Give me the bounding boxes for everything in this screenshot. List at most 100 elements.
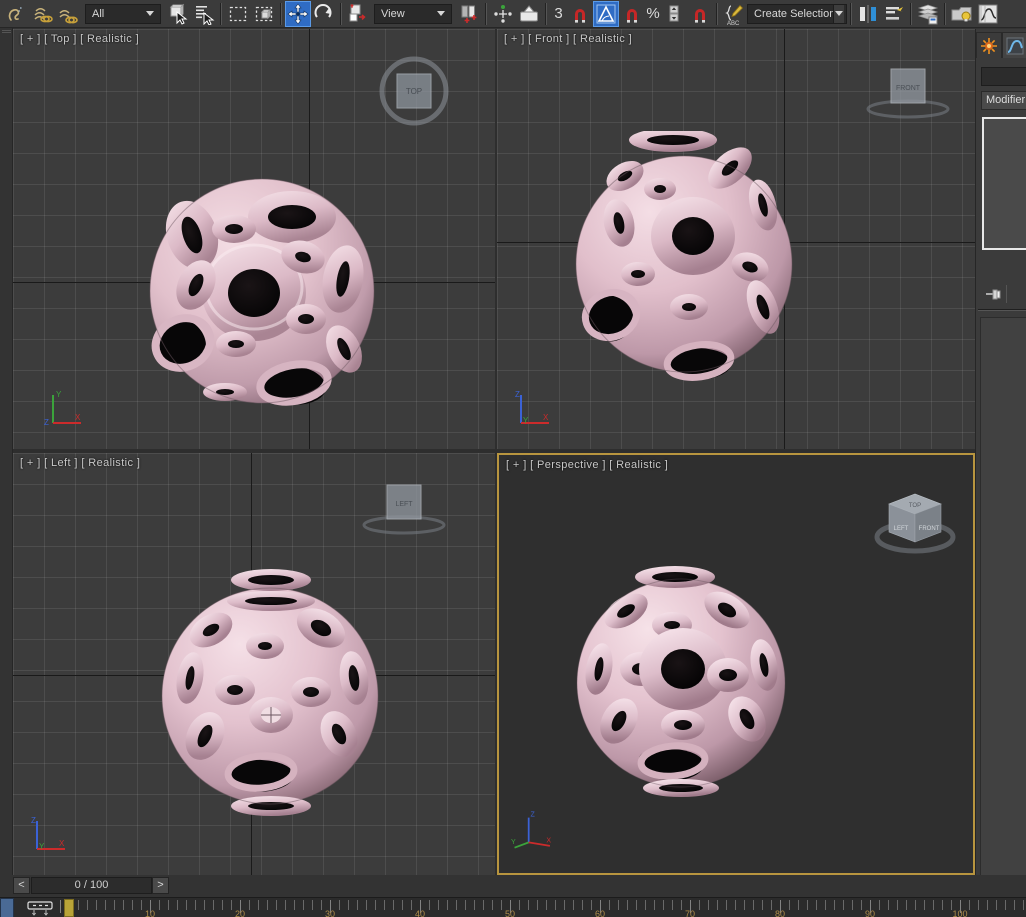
align-button[interactable] xyxy=(881,1,907,27)
ruler-tick xyxy=(762,900,763,910)
angle-snap-toggle-icon[interactable] xyxy=(30,1,56,27)
ruler-tick xyxy=(357,900,358,910)
chevron-down-icon[interactable] xyxy=(832,4,844,23)
ruler-tick xyxy=(105,900,106,910)
prev-frame-button[interactable]: < xyxy=(13,877,30,894)
key-mode-toggle-button[interactable] xyxy=(22,899,58,917)
ruler-tick xyxy=(609,900,610,910)
magnet-icon[interactable] xyxy=(687,1,713,27)
layer-explorer-button[interactable] xyxy=(915,1,941,27)
rect-selection-region-button[interactable] xyxy=(225,1,251,27)
viewcube-left[interactable]: LEFT xyxy=(361,477,447,539)
named-selection-set-combo[interactable]: Create Selection Set xyxy=(747,3,847,24)
viewport-perspective[interactable]: [ + ] [ Perspective ] [ Realistic ] TOP … xyxy=(497,453,975,875)
select-object-button[interactable] xyxy=(165,1,191,27)
ruler-tick xyxy=(726,900,727,910)
svg-text:Y: Y xyxy=(511,839,516,846)
command-panel-tabs xyxy=(976,32,1026,58)
create-tab[interactable] xyxy=(976,32,1002,58)
time-slider-track[interactable] xyxy=(172,877,1026,894)
ruler-tick xyxy=(528,900,529,910)
modifier-stack-list[interactable] xyxy=(982,117,1026,250)
ruler-tick xyxy=(582,900,583,910)
select-and-scale-button[interactable] xyxy=(345,1,371,27)
ruler-tick xyxy=(402,900,403,910)
ruler-tick xyxy=(798,900,799,910)
ruler-tick xyxy=(1023,900,1024,910)
coordinate-system-combo[interactable]: View xyxy=(374,3,452,24)
select-and-link-button[interactable] xyxy=(516,1,542,27)
ruler-tick xyxy=(321,900,322,910)
percent-snap-toggle-icon[interactable] xyxy=(56,1,82,27)
ruler-tick xyxy=(942,900,943,910)
model-perforated-sphere[interactable] xyxy=(571,565,797,797)
ruler-tick xyxy=(393,900,394,910)
svg-text:Z: Z xyxy=(515,390,520,399)
ruler-tick xyxy=(717,900,718,910)
model-perforated-sphere[interactable] xyxy=(153,568,391,818)
time-slider-handle[interactable] xyxy=(64,899,74,917)
ruler-tick xyxy=(186,900,187,910)
curve-editor-button[interactable] xyxy=(975,1,1001,27)
toolbar-separator xyxy=(545,2,547,25)
ruler-tick xyxy=(735,900,736,910)
ruler-tick xyxy=(213,900,214,910)
viewcube-top[interactable]: TOP xyxy=(378,55,450,127)
svg-text:TOP: TOP xyxy=(909,503,921,509)
select-by-name-button[interactable] xyxy=(191,1,217,27)
current-frame-field[interactable]: 0 / 100 xyxy=(31,877,152,894)
rail-grip xyxy=(2,30,11,33)
ruler-tick xyxy=(96,900,97,910)
viewcube-perspective[interactable]: TOP LEFT FRONT xyxy=(871,480,963,560)
snaps-toggle-icon[interactable] xyxy=(4,1,30,27)
svg-text:X: X xyxy=(546,837,551,844)
viewport-top[interactable]: [ + ] [ Top ] [ Realistic ] TOP Y Z X xyxy=(13,29,495,449)
magnet-icon[interactable] xyxy=(619,1,645,27)
svg-text:Z: Z xyxy=(44,418,49,427)
ruler-tick xyxy=(411,900,412,910)
model-perforated-sphere[interactable] xyxy=(139,167,385,415)
next-frame-button[interactable]: > xyxy=(152,877,169,894)
named-selection-sets-button[interactable]: ABC xyxy=(721,1,747,27)
object-name-field[interactable] xyxy=(981,67,1026,86)
ruler-tick xyxy=(591,900,592,910)
percent-snap-label: % xyxy=(646,5,660,22)
viewport-label-top: [ + ] [ Top ] [ Realistic ] xyxy=(20,33,140,45)
selection-filter-combo[interactable]: All xyxy=(85,3,161,24)
viewport-left[interactable]: [ + ] [ Left ] [ Realistic ] LEFT Z Y X xyxy=(13,453,495,875)
svg-text:Z: Z xyxy=(530,812,535,819)
ruler-tick xyxy=(87,900,88,910)
use-selection-center-button[interactable] xyxy=(490,1,516,27)
ruler-tick xyxy=(663,900,664,910)
window-crossing-button[interactable] xyxy=(251,1,277,27)
select-and-rotate-button[interactable] xyxy=(311,1,337,27)
select-and-move-button[interactable] xyxy=(285,0,311,27)
magnet-icon[interactable] xyxy=(567,1,593,27)
mirror-button[interactable] xyxy=(855,1,881,27)
ruler-tick xyxy=(339,900,340,910)
viewport-front[interactable]: [ + ] [ Front ] [ Realistic ] FRONT Z Y … xyxy=(497,29,975,449)
modifier-list-label[interactable]: Modifier List xyxy=(981,91,1026,110)
ruler-tick-label: 20 xyxy=(234,909,246,917)
ruler-tick xyxy=(564,900,565,910)
ruler-tick xyxy=(555,900,556,910)
time-bar: < 0 / 100 > xyxy=(0,875,1026,897)
ruler-tick xyxy=(123,900,124,910)
material-editor-button[interactable] xyxy=(949,1,975,27)
angle-snap-button[interactable] xyxy=(593,0,619,27)
track-bar-ruler[interactable]: 10 20 30 40 50 60 70 80 90 100 xyxy=(60,898,1026,917)
track-bar-corner[interactable] xyxy=(0,898,14,917)
model-perforated-sphere[interactable] xyxy=(567,131,805,389)
svg-text:Y: Y xyxy=(523,416,529,425)
use-pivot-center-button[interactable] xyxy=(456,1,482,27)
viewcube-front[interactable]: FRONT xyxy=(865,61,951,123)
coordinate-system-value: View xyxy=(381,7,405,20)
viewport-container: [ + ] [ Top ] [ Realistic ] TOP Y Z X [… xyxy=(13,29,975,875)
spinner-snap-button[interactable] xyxy=(661,1,687,27)
main-toolbar: All View 3 % ABC Create Selection xyxy=(0,0,1026,28)
viewport-label-front: [ + ] [ Front ] [ Realistic ] xyxy=(504,33,633,45)
pin-stack-button[interactable] xyxy=(979,283,1006,305)
ruler-tick xyxy=(996,900,997,910)
modify-tab[interactable] xyxy=(1002,32,1026,58)
ruler-tick xyxy=(60,900,61,913)
